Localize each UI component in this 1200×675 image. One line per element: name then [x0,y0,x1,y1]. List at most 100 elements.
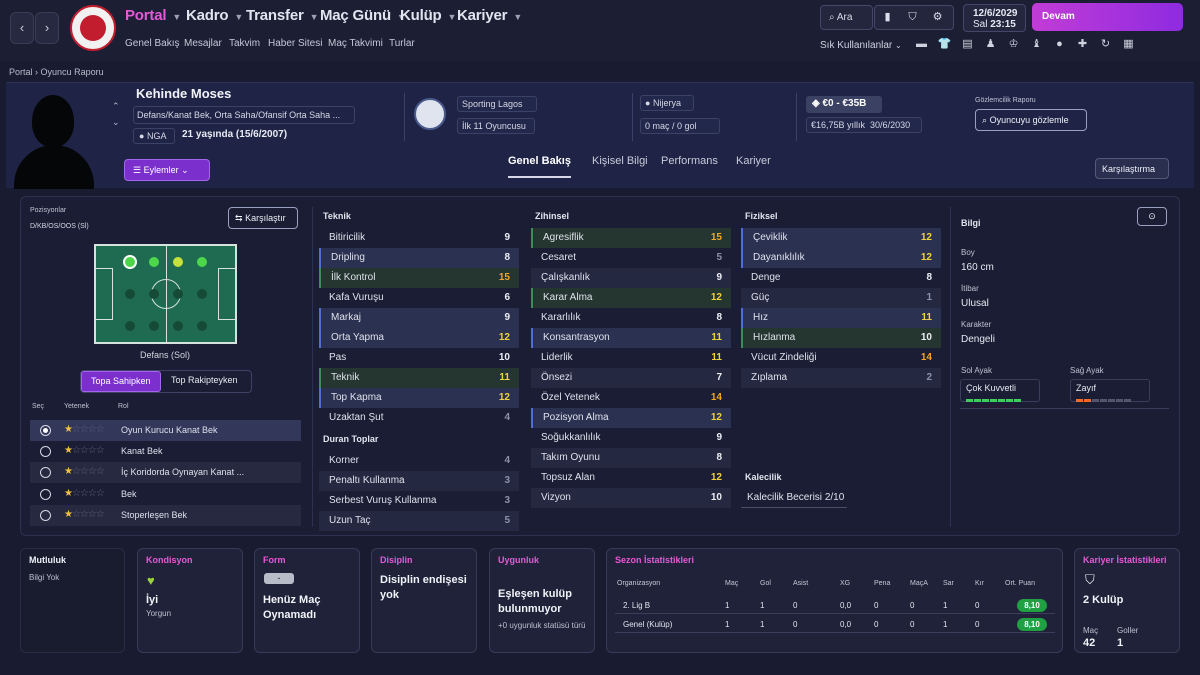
tab-personal[interactable]: Kişisel Bilgi [592,155,648,167]
menu-transfer[interactable]: Transfer ▼ [246,7,319,24]
career-stats-card[interactable]: Kariyer İstatistikleri ⛉ 2 Kulüp Maç 42 … [1074,548,1180,653]
shortcuts-dropdown[interactable]: Sık Kullanılanlar ⌄ [820,40,902,51]
position-dot-dl[interactable] [125,257,135,267]
menu-kadro[interactable]: Kadro ▼ [186,7,243,24]
stats-header[interactable]: Ort. Puan [1005,580,1035,587]
breadcrumb-portal[interactable]: Portal [9,67,33,77]
role-row[interactable]: ★☆☆☆☆ Stoperleşen Bek [30,505,301,526]
role-row[interactable]: ★☆☆☆☆ İç Koridorda Oynayan Kanat ... [30,462,301,483]
stats-header[interactable]: Maç [725,580,738,587]
attribute-row[interactable]: Dayanıklılık 12 [741,248,941,268]
gear-icon[interactable]: ⚙ [925,6,950,29]
notes-icon[interactable]: ▤ [956,37,979,50]
attribute-row[interactable]: Serbest Vuruş Kullanma 3 [319,491,519,511]
refresh-icon[interactable]: ↻ [1094,37,1117,50]
attribute-row[interactable]: Teknik 11 [319,368,519,388]
menu-portal[interactable]: Portal ▼ [125,7,181,24]
submenu-genel-bakis[interactable]: Genel Bakış [125,38,179,49]
attribute-row[interactable]: Özel Yetenek 14 [531,388,731,408]
forward-button[interactable]: › [35,12,59,44]
stats-header[interactable]: Organizasyon [617,580,660,587]
club-badge-icon[interactable] [414,98,446,130]
medic-icon[interactable]: ✚ [1071,37,1094,50]
attribute-row[interactable]: Uzaktan Şut 4 [319,408,519,428]
role-row[interactable]: ★☆☆☆☆ Oyun Kurucu Kanat Bek [30,420,301,441]
attribute-row[interactable]: Korner 4 [319,451,519,471]
attribute-row[interactable]: Bitiricilik 9 [319,228,519,248]
person-info-icon[interactable]: ⊙ [1137,207,1167,226]
stats-header[interactable]: Pena [874,580,890,587]
attribute-row[interactable]: Topsuz Alan 12 [531,468,731,488]
menu-kulup[interactable]: Kulüp ▼ [400,7,456,24]
form-card[interactable]: Form - Henüz Maç Oynamadı [254,548,360,653]
position-dot[interactable] [197,257,207,267]
attribute-row[interactable]: Uzun Taç 5 [319,511,519,531]
stats-header[interactable]: Sar [943,580,954,587]
position-dot[interactable] [149,257,159,267]
role-row[interactable]: ★☆☆☆☆ Kanat Bek [30,441,301,462]
shirt-icon[interactable]: 👕 [933,37,956,50]
stats-row[interactable] [615,615,1055,633]
compare-positions-button[interactable]: ⇆ Karşılaştır [228,207,298,229]
scout-player-button[interactable]: ⌕ Oyuncuyu gözlemle [975,109,1087,131]
calendar-icon[interactable]: ▦ [1117,37,1140,50]
next-player-icon[interactable]: ⌄ [112,117,120,128]
condition-card[interactable]: Kondisyon ♥ İyi Yorgun [137,548,243,653]
attribute-row[interactable]: Agresiflik 15 [531,228,731,248]
toggle-out-possession[interactable]: Top Rakipteyken [171,375,238,385]
attribute-row[interactable]: Penaltı Kullanma 3 [319,471,519,491]
trophy-icon[interactable]: ♔ [1002,37,1025,50]
stats-header[interactable]: Asist [793,580,808,587]
menu-kariyer[interactable]: Kariyer ▼ [457,7,522,24]
stats-header[interactable]: XG [840,580,850,587]
submenu-mesajlar[interactable]: Mesajlar [184,38,222,49]
eligibility-card[interactable]: Uygunluk Eşleşen kulüp bulunmuyor +0 uyg… [489,548,595,653]
attribute-row[interactable]: Güç 1 [741,288,941,308]
stats-header[interactable]: Kır [975,580,984,587]
ball-icon[interactable]: ● [1048,38,1071,50]
attribute-row[interactable]: Kafa Vuruşu 6 [319,288,519,308]
attribute-row[interactable]: Markaj 9 [319,308,519,328]
stats-row[interactable] [615,596,1055,614]
attribute-row[interactable]: Liderlik 11 [531,348,731,368]
back-button[interactable]: ‹ [10,12,34,44]
role-row[interactable]: ★☆☆☆☆ Bek [30,484,301,505]
season-stats-card[interactable]: Sezon İstatistikleri Organizasyon Maç Gol A… [606,548,1063,653]
club-logo[interactable] [70,5,116,51]
position-dot[interactable] [173,257,183,267]
search-button[interactable]: ⌕ Ara [820,5,873,30]
club-name[interactable]: Sporting Lagos [457,96,537,112]
submenu-turlar[interactable]: Turlar [389,38,415,49]
date-display[interactable]: 12/6/2029 Sal 23:15 [963,4,1026,32]
position-pitch[interactable] [94,244,237,344]
attribute-row[interactable]: Konsantrasyon 11 [531,328,731,348]
attribute-row[interactable]: Pozisyon Alma 12 [531,408,731,428]
tab-performance[interactable]: Performans [661,155,718,167]
discipline-card[interactable]: Disiplin Disiplin endişesi yok [371,548,477,653]
tab-overview[interactable]: Genel Bakış [508,155,571,178]
continue-button[interactable]: Devam [1032,3,1183,31]
compare-button[interactable]: Karşılaştırma [1095,158,1169,179]
attribute-row[interactable]: Top Kapma 12 [319,388,519,408]
attribute-row[interactable]: Zıplama 2 [741,368,941,388]
attribute-row[interactable]: Hız 11 [741,308,941,328]
submenu-mac-takvimi[interactable]: Maç Takvimi [328,38,383,49]
attribute-row[interactable]: Çalışkanlık 9 [531,268,731,288]
attribute-row[interactable]: Takım Oyunu 8 [531,448,731,468]
submenu-takvim[interactable]: Takvim [229,38,260,49]
badge-icon[interactable]: ♝ [1025,37,1048,50]
attribute-row[interactable]: Önsezi 7 [531,368,731,388]
menu-mac-gunu[interactable]: Maç Günü ▼ [320,7,406,24]
actions-button[interactable]: ☰ Eylemler ⌄ [124,159,210,181]
attribute-row[interactable]: Denge 8 [741,268,941,288]
attribute-row[interactable]: Kararlılık 8 [531,308,731,328]
attribute-row[interactable]: Çeviklik 12 [741,228,941,248]
shield-icon[interactable]: ⛉ [900,6,925,29]
prev-player-icon[interactable]: ⌃ [112,101,120,112]
stats-header[interactable]: MaçA [910,580,928,587]
tactics-icon[interactable]: ♟ [979,37,1002,50]
submenu-haber[interactable]: Haber Sitesi [268,38,322,49]
toggle-in-possession[interactable]: Topa Sahipken [81,371,161,392]
attribute-row[interactable]: Vücut Zindeliği 14 [741,348,941,368]
attribute-row[interactable]: Orta Yapma 12 [319,328,519,348]
